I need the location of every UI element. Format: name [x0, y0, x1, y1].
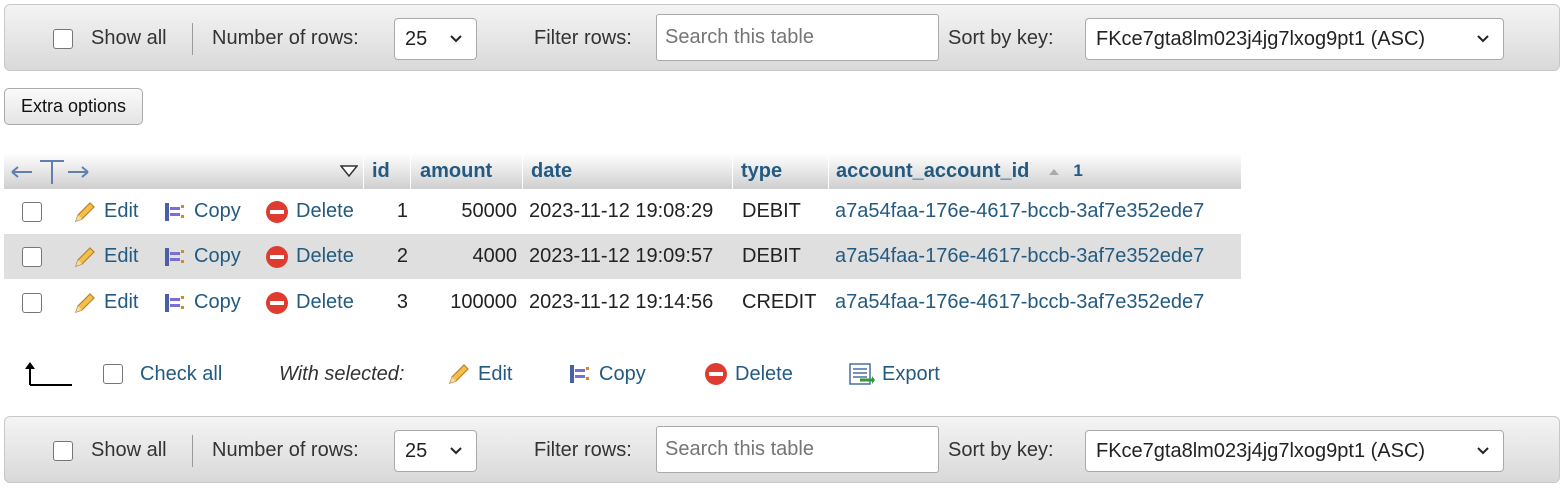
show-all-label: Show all	[91, 27, 167, 49]
copy-row-icon	[570, 365, 589, 383]
chevron-down-icon	[450, 35, 462, 43]
extra-options-button[interactable]: Extra options	[4, 88, 143, 125]
rows-select-value: 25	[405, 27, 428, 50]
row-edit-link[interactable]: Edit	[72, 290, 138, 316]
row-copy-link[interactable]: Copy	[162, 199, 241, 225]
cell-account-link[interactable]: a7a54faa-176e-4617-bccb-3af7e352ede7	[835, 280, 1204, 325]
sort-select[interactable]: FKce7gta8lm023j4jg7lxog9pt1 (ASC)	[1085, 430, 1504, 472]
cell-type: DEBIT	[742, 200, 801, 222]
pencil-icon	[75, 292, 95, 313]
delete-icon	[266, 291, 288, 314]
copy-row-icon	[165, 202, 184, 221]
column-header-type[interactable]: type	[741, 153, 782, 189]
check-all-wrap[interactable]: Check all	[103, 352, 222, 396]
navigation-bar-top: Show all Number of rows: 25 Filter rows:…	[4, 4, 1560, 71]
with-selected-label: With selected:	[279, 362, 405, 385]
arrow-up-left-icon	[24, 352, 74, 396]
table-row: Edit Copy Delete 1 50000 2023-11-12 19:0…	[4, 189, 1241, 234]
rows-select[interactable]: 25	[394, 430, 477, 472]
cell-amount: 4000	[472, 245, 518, 267]
row-checkbox[interactable]	[22, 292, 42, 313]
table-row: Edit Copy Delete 2 4000 2023-11-12 19:09…	[4, 234, 1241, 279]
cell-account-link[interactable]: a7a54faa-176e-4617-bccb-3af7e352ede7	[835, 189, 1204, 234]
cell-id: 2	[396, 245, 408, 267]
cell-date: 2023-11-12 19:14:56	[529, 291, 714, 313]
show-all-label: Show all	[91, 439, 167, 461]
rows-label: Number of rows:	[212, 439, 359, 461]
column-header-id[interactable]: id	[372, 153, 390, 189]
rows-select-value: 25	[405, 439, 428, 462]
bulk-delete-button[interactable]: Delete	[703, 361, 793, 387]
show-all-checkbox[interactable]	[53, 440, 73, 461]
table-header: id amount date type account_account_id 1	[4, 153, 1241, 189]
chevron-down-icon	[450, 447, 462, 455]
row-delete-link[interactable]: Delete	[264, 199, 354, 225]
filter-label: Filter rows:	[534, 439, 632, 461]
column-resize-handle[interactable]	[10, 153, 90, 189]
bulk-export-button[interactable]: Export	[848, 361, 940, 387]
pencil-icon	[449, 364, 469, 384]
sort-select-value: FKce7gta8lm023j4jg7lxog9pt1 (ASC)	[1096, 27, 1426, 50]
sort-ascending-icon	[1049, 169, 1060, 175]
sort-select-value: FKce7gta8lm023j4jg7lxog9pt1 (ASC)	[1096, 439, 1426, 462]
table-row: Edit Copy Delete 3 100000 2023-11-12 19:…	[4, 280, 1241, 325]
navigation-bar-bottom: Show all Number of rows: 25 Filter rows:…	[4, 416, 1560, 483]
filter-search-input[interactable]	[656, 14, 939, 61]
cell-id: 3	[396, 291, 408, 313]
row-delete-link[interactable]: Delete	[264, 290, 354, 316]
cell-date: 2023-11-12 19:09:57	[529, 245, 714, 267]
divider	[192, 434, 193, 467]
filter-search-input[interactable]	[656, 426, 939, 473]
sort-label: Sort by key:	[948, 439, 1054, 461]
bulk-copy-button[interactable]: Copy	[567, 361, 646, 387]
column-header-date[interactable]: date	[531, 153, 572, 189]
check-all-label[interactable]: Check all	[140, 363, 222, 386]
sort-label: Sort by key:	[948, 27, 1054, 49]
row-checkbox[interactable]	[22, 201, 42, 222]
delete-icon	[266, 245, 288, 268]
pencil-icon	[75, 201, 95, 222]
filter-label: Filter rows:	[534, 27, 632, 49]
rows-label: Number of rows:	[212, 27, 359, 49]
divider	[192, 22, 193, 55]
sort-select[interactable]: FKce7gta8lm023j4jg7lxog9pt1 (ASC)	[1085, 18, 1504, 60]
sort-order-number: 1	[1073, 161, 1083, 180]
row-delete-link[interactable]: Delete	[264, 244, 354, 270]
column-header-amount[interactable]: amount	[420, 153, 492, 189]
row-checkbox[interactable]	[22, 246, 42, 267]
copy-row-icon	[165, 247, 184, 266]
column-menu-icon[interactable]	[340, 153, 358, 189]
chevron-down-icon	[1477, 447, 1489, 455]
row-copy-link[interactable]: Copy	[162, 244, 241, 270]
check-all-checkbox[interactable]	[103, 364, 123, 384]
pencil-icon	[75, 246, 95, 267]
show-all-checkbox-wrap[interactable]: Show all	[53, 5, 167, 72]
show-all-checkbox[interactable]	[53, 28, 73, 49]
cell-type: DEBIT	[742, 245, 801, 267]
cell-id: 1	[396, 200, 408, 222]
copy-row-icon	[165, 293, 184, 312]
column-header-account-account-id[interactable]: account_account_id 1	[836, 153, 1083, 189]
column-move-arrows-icon	[11, 160, 89, 184]
column-header-account-label: account_account_id	[836, 159, 1030, 182]
cell-type: CREDIT	[742, 291, 817, 313]
show-all-checkbox-wrap[interactable]: Show all	[53, 417, 167, 484]
cell-amount: 50000	[461, 200, 517, 222]
delete-icon	[705, 363, 727, 385]
chevron-down-icon	[1477, 35, 1489, 43]
delete-icon	[266, 200, 288, 223]
cell-date: 2023-11-12 19:08:29	[529, 200, 714, 222]
row-edit-link[interactable]: Edit	[72, 244, 138, 270]
row-edit-link[interactable]: Edit	[72, 199, 138, 225]
cell-amount: 100000	[450, 291, 517, 313]
bulk-edit-button[interactable]: Edit	[446, 361, 512, 387]
rows-select[interactable]: 25	[394, 18, 477, 60]
cell-account-link[interactable]: a7a54faa-176e-4617-bccb-3af7e352ede7	[835, 234, 1204, 279]
row-copy-link[interactable]: Copy	[162, 290, 241, 316]
export-icon	[849, 363, 875, 385]
